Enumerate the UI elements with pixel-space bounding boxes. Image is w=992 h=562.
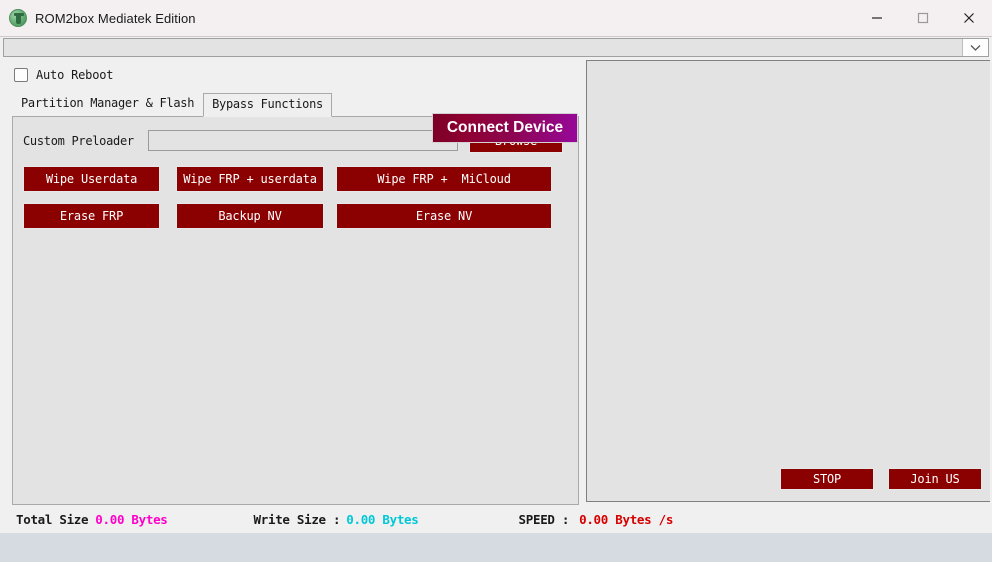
write-size-label: Write Size : [254, 512, 341, 527]
wipe-frp-userdata-button[interactable]: Wipe FRP + userdata [176, 166, 324, 192]
stop-button[interactable]: STOP [780, 468, 874, 490]
log-output-panel[interactable]: STOP Join US [586, 60, 990, 502]
checkbox-box-icon[interactable] [14, 68, 28, 82]
tab-partition-manager-flash[interactable]: Partition Manager & Flash [12, 92, 203, 116]
left-column: Auto Reboot Partition Manager & Flash By… [0, 58, 586, 505]
chevron-down-icon[interactable] [963, 39, 988, 56]
title-bar: ROM2box Mediatek Edition [0, 0, 992, 37]
speed-label: SPEED : [519, 512, 570, 527]
device-combo-row [0, 37, 992, 58]
window-bottom-strip [0, 533, 992, 562]
auto-reboot-label: Auto Reboot [36, 68, 113, 82]
window-controls [854, 0, 992, 36]
device-select[interactable] [3, 38, 989, 57]
main-body: Auto Reboot Partition Manager & Flash By… [0, 58, 992, 505]
minimize-button[interactable] [854, 0, 900, 36]
wipe-frp-micloud-button[interactable]: Wipe FRP + MiCloud [336, 166, 552, 192]
tab-bypass-functions[interactable]: Bypass Functions [203, 93, 332, 117]
auto-reboot-checkbox[interactable]: Auto Reboot [14, 68, 113, 82]
device-select-value[interactable] [4, 39, 963, 56]
total-size-label: Total Size [16, 512, 88, 527]
custom-preloader-label: Custom Preloader [23, 134, 148, 148]
status-bar: Total Size 0.00 Bytes Write Size : 0.00 … [0, 505, 992, 533]
bypass-functions-panel: Custom Preloader Browse Wipe Userdata Wi… [12, 116, 579, 505]
erase-frp-button[interactable]: Erase FRP [23, 203, 160, 229]
bypass-action-row-2: Erase FRP Backup NV Erase NV [23, 203, 578, 229]
window-title: ROM2box Mediatek Edition [35, 11, 196, 26]
write-size-value: 0.00 Bytes [346, 512, 418, 527]
maximize-button[interactable] [900, 0, 946, 36]
bypass-action-grid: Wipe Userdata Wipe FRP + userdata Wipe F… [13, 153, 578, 229]
options-toolbar: Auto Reboot [0, 58, 586, 92]
close-button[interactable] [946, 0, 992, 36]
backup-nv-button[interactable]: Backup NV [176, 203, 324, 229]
connect-device-button[interactable]: Connect Device [432, 113, 578, 143]
erase-nv-button[interactable]: Erase NV [336, 203, 552, 229]
app-window: ROM2box Mediatek Edition [0, 0, 992, 562]
app-logo-icon [9, 9, 27, 27]
join-us-button[interactable]: Join US [888, 468, 982, 490]
right-column: STOP Join US [586, 58, 992, 505]
bypass-action-row-1: Wipe Userdata Wipe FRP + userdata Wipe F… [23, 166, 578, 192]
total-size-value: 0.00 Bytes [95, 512, 167, 527]
speed-value: 0.00 Bytes /s [579, 512, 673, 527]
wipe-userdata-button[interactable]: Wipe Userdata [23, 166, 160, 192]
tab-bar: Partition Manager & Flash Bypass Functio… [0, 92, 586, 116]
custom-preloader-input[interactable] [148, 130, 458, 151]
